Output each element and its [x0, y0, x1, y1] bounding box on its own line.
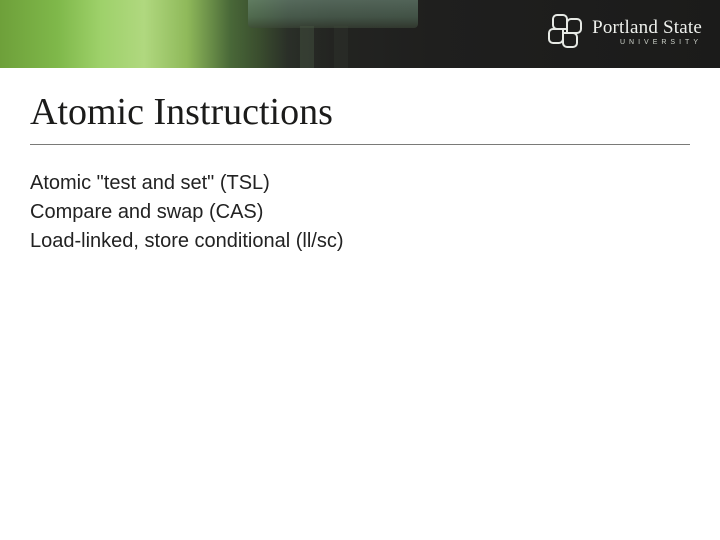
- header-banner: Portland State UNIVERSITY: [0, 0, 720, 68]
- brand-subline: UNIVERSITY: [592, 39, 702, 46]
- list-item: Atomic "test and set" (TSL): [30, 169, 690, 198]
- bullet-list: Atomic "test and set" (TSL) Compare and …: [30, 169, 690, 256]
- brand-name: Portland State: [592, 18, 702, 37]
- brand-text: Portland State UNIVERSITY: [592, 18, 702, 46]
- slide: Portland State UNIVERSITY Atomic Instruc…: [0, 0, 720, 540]
- title-divider: [30, 144, 690, 145]
- list-item: Compare and swap (CAS): [30, 198, 690, 227]
- slide-title: Atomic Instructions: [30, 90, 690, 134]
- brand-logo: Portland State UNIVERSITY: [548, 14, 702, 50]
- list-item: Load-linked, store conditional (ll/sc): [30, 227, 690, 256]
- slide-content: Atomic Instructions Atomic "test and set…: [0, 68, 720, 256]
- interlock-icon: [548, 14, 584, 50]
